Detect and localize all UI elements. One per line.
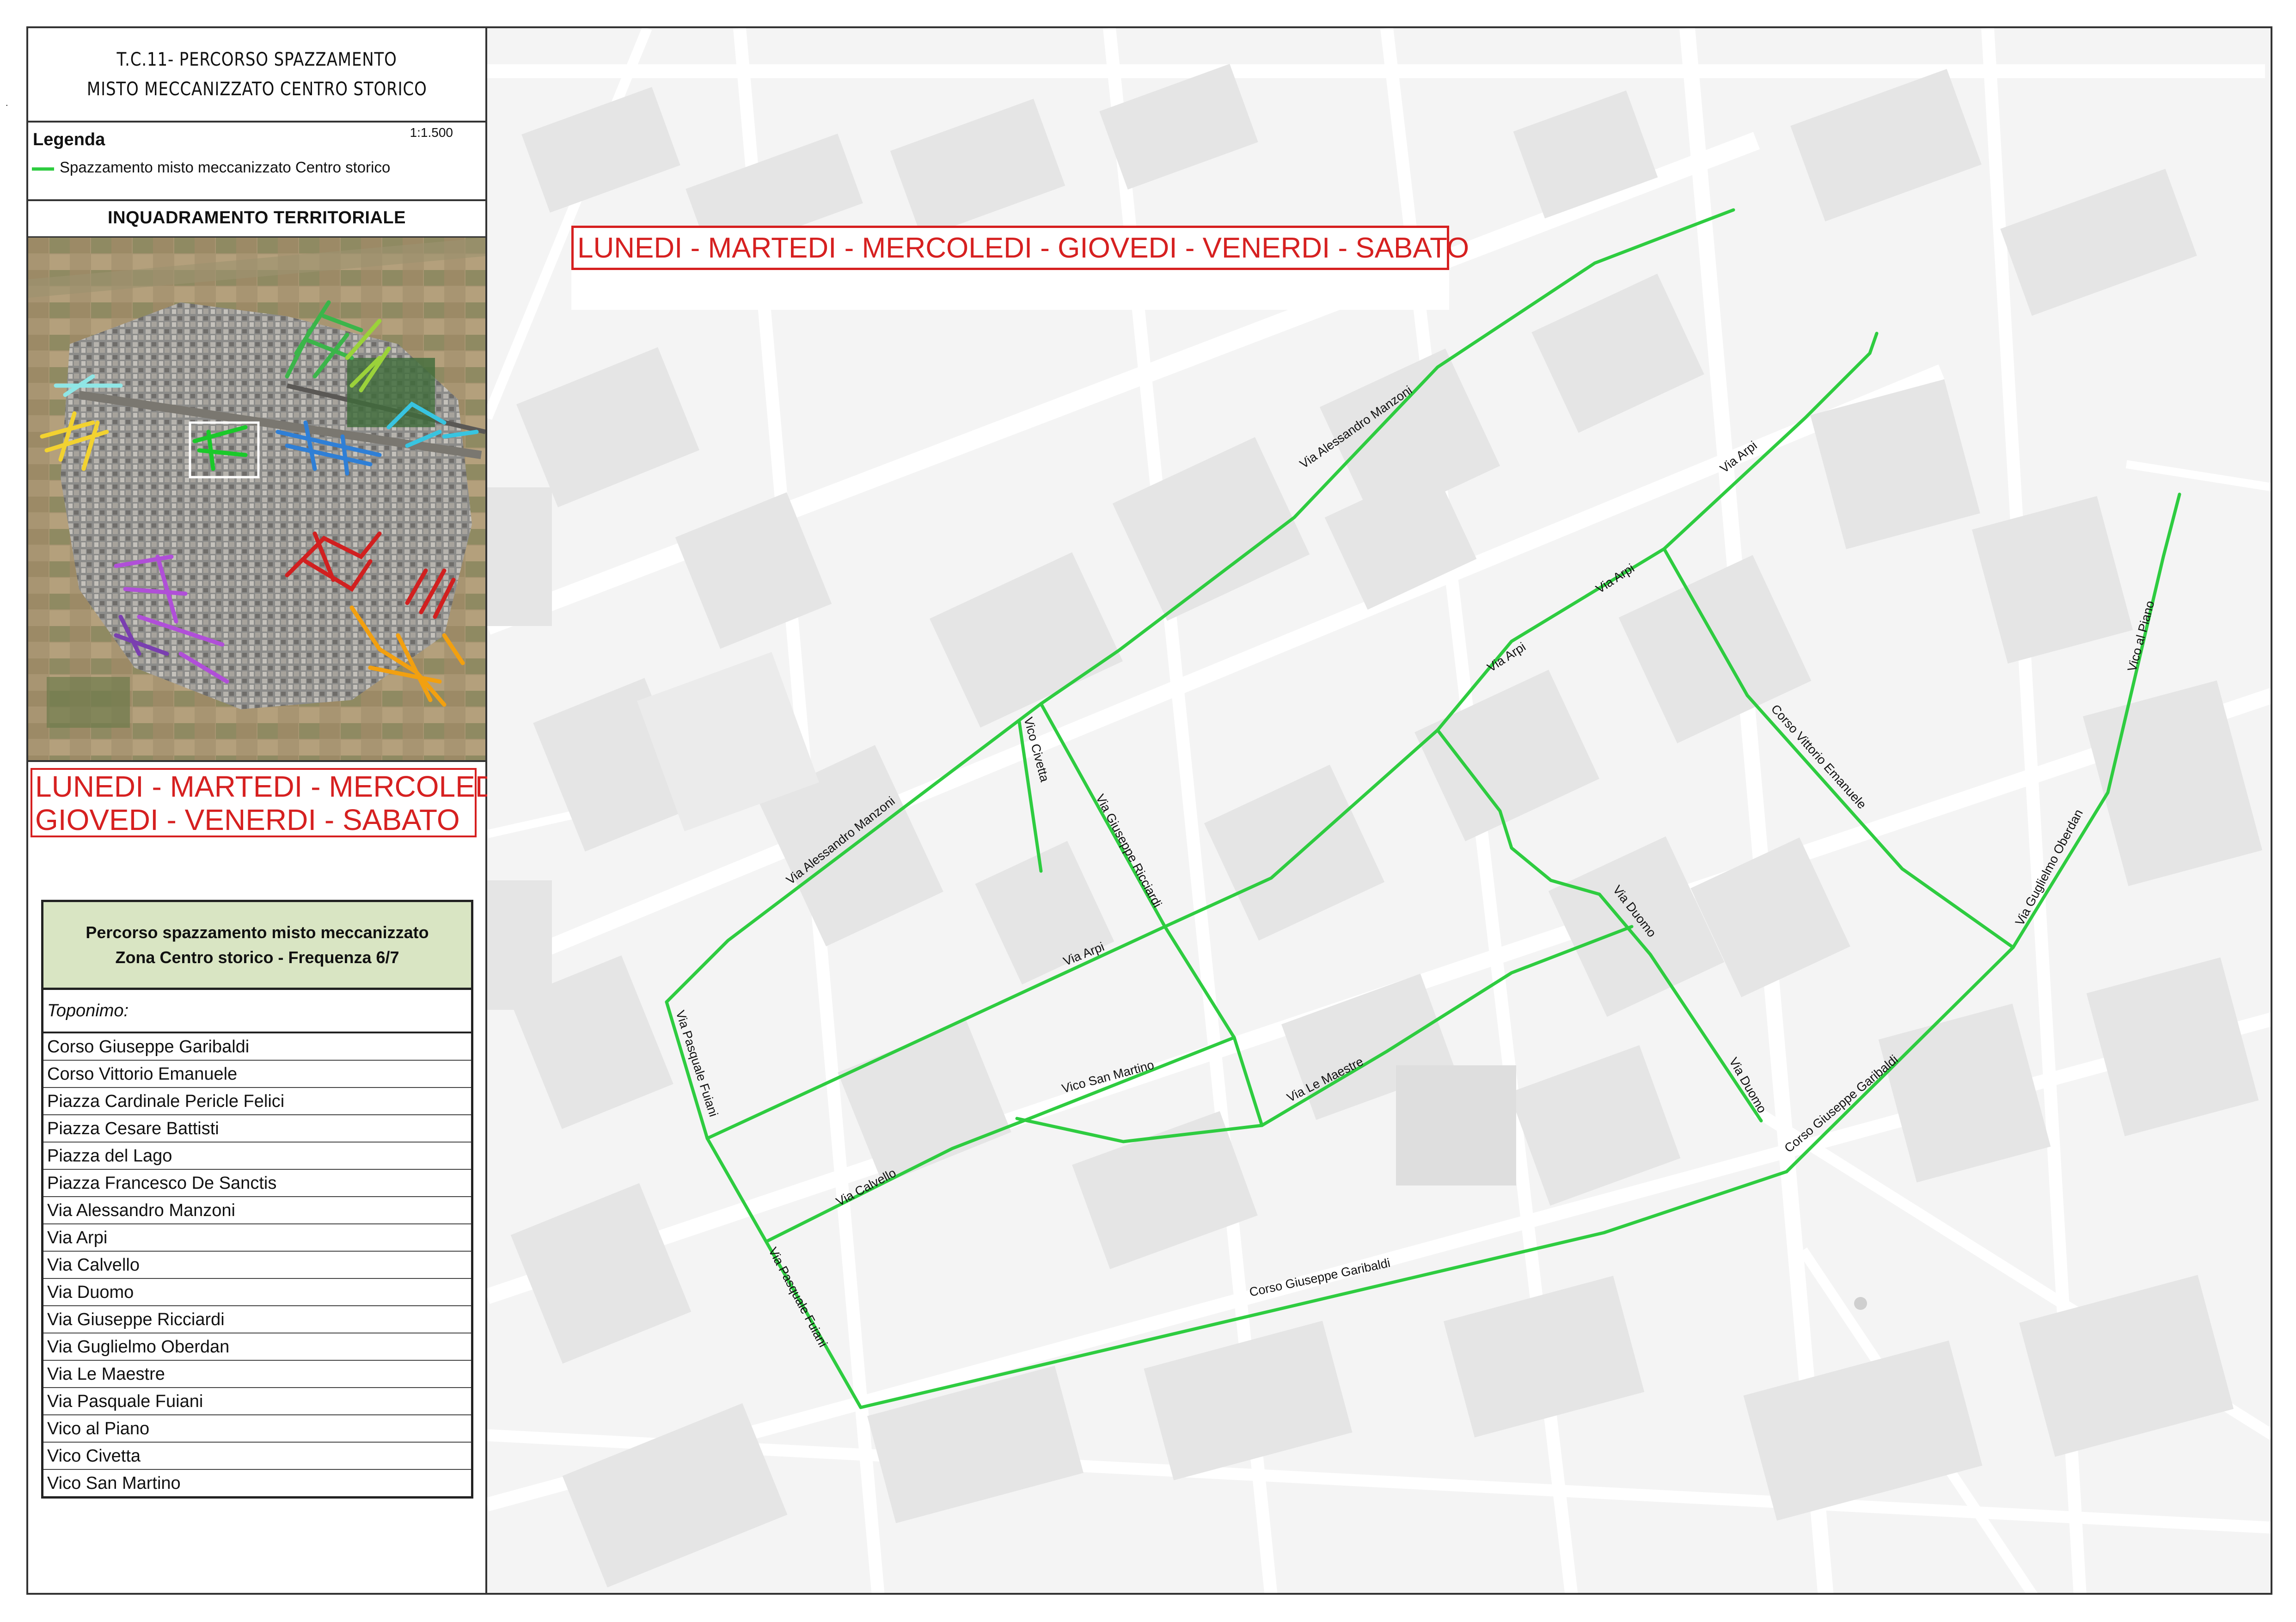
days-box-left-frame: LUNEDI - MARTEDI - MERCOLEDI GIOVEDI - V… (31, 768, 505, 837)
route-table-title-2: Zona Centro storico - Frequenza 6/7 (115, 947, 399, 967)
days-banner-text: LUNEDI - MARTEDI - MERCOLEDI - GIOVEDI -… (577, 232, 1469, 264)
route-table: Percorso spazzamento misto meccanizzato … (41, 900, 473, 1499)
street-name: Via Giuseppe Ricciardi (47, 1310, 225, 1329)
overview-heading-box: INQUADRAMENTO TERRITORIALE (28, 199, 485, 238)
table-row: Via Pasquale Fuiani (43, 1388, 471, 1415)
legend-item-label: Spazzamento misto meccanizzato Centro st… (60, 159, 391, 176)
street-name: Via Duomo (47, 1283, 134, 1302)
street-name: Piazza Cesare Battisti (47, 1119, 219, 1138)
title-line-1: T.C.11- PERCORSO SPAZZAMENTO (116, 49, 397, 70)
street-name: Vico al Piano (47, 1419, 150, 1438)
table-row: Piazza Cardinale Pericle Felici (43, 1088, 471, 1115)
overview-map-image (28, 238, 485, 760)
large-building (1396, 1065, 1516, 1186)
route-table-header: Percorso spazzamento misto meccanizzato … (43, 902, 471, 990)
street-name: Piazza del Lago (47, 1146, 172, 1166)
street-name: Vico San Martino (47, 1474, 181, 1493)
street-name: Corso Vittorio Emanuele (47, 1064, 238, 1084)
street-name: Piazza Cardinale Pericle Felici (47, 1092, 285, 1111)
table-row: Via Giuseppe Ricciardi (43, 1306, 471, 1333)
days-banner: LUNEDI - MARTEDI - MERCOLEDI - GIOVEDI -… (571, 226, 1469, 270)
table-row: Via Calvello (43, 1252, 471, 1279)
street-name: Via Calvello (47, 1255, 140, 1275)
legend-route-swatch (32, 167, 54, 171)
roundabout (1854, 1297, 1867, 1310)
map-scale: 1:1.500 (410, 125, 453, 140)
route-table-title-1: Percorso spazzamento misto meccanizzato (86, 922, 429, 942)
overview-heading: INQUADRAMENTO TERRITORIALE (108, 208, 406, 227)
street-name: Corso Giuseppe Garibaldi (47, 1037, 250, 1057)
street-name: Via Le Maestre (47, 1364, 165, 1384)
toponimo-label: Toponimo: (47, 1001, 129, 1020)
table-row: Vico al Piano (43, 1415, 471, 1443)
title-line-2: MISTO MECCANIZZATO CENTRO STORICO (86, 79, 427, 100)
table-row: Via Guglielmo Oberdan (43, 1333, 471, 1361)
label-arpi-3: Via Arpi (1485, 639, 1528, 675)
label-arpi-2: Via Arpi (1593, 561, 1637, 596)
legend-title: Legenda (33, 130, 105, 149)
table-row: Via Alessandro Manzoni (43, 1197, 471, 1224)
street-name: Vico Civetta (47, 1446, 141, 1466)
table-row: Via Duomo (43, 1279, 471, 1306)
table-row: Piazza del Lago (43, 1143, 471, 1170)
stray-dot: . (6, 98, 8, 108)
label-al-piano: Vico al Piano (2125, 599, 2157, 673)
label-garibaldi-1: Corso Giuseppe Garibaldi (1248, 1256, 1391, 1299)
toponimo-header: Toponimo: (43, 990, 471, 1033)
days-banner-backing (571, 270, 1449, 310)
street-name: Via Arpi (47, 1228, 108, 1247)
street-name: Via Pasquale Fuiani (47, 1392, 203, 1411)
label-ricciardi: Via Giuseppe Ricciardi (1093, 792, 1164, 910)
overview-map (28, 238, 485, 762)
days-line-1: LUNEDI - MARTEDI - MERCOLEDI (35, 770, 505, 803)
days-line-2: GIOVEDI - VENERDI - SABATO (35, 803, 460, 836)
title-box: T.C.11- PERCORSO SPAZZAMENTO MISTO MECCA… (28, 28, 485, 123)
label-duomo-2: Via Duomo (1727, 1055, 1769, 1115)
label-oberdan: Via Guglielmo Oberdan (2013, 807, 2086, 928)
table-row: Vico San Martino (43, 1470, 471, 1496)
table-row: Via Le Maestre (43, 1361, 471, 1388)
table-row: Corso Vittorio Emanuele (43, 1061, 471, 1088)
street-name: Via Guglielmo Oberdan (47, 1337, 230, 1357)
street-name: Piazza Francesco De Sanctis (47, 1173, 277, 1193)
table-row: Piazza Cesare Battisti (43, 1115, 471, 1143)
label-fuiani-2: Via Pasquale Fuiani (766, 1245, 830, 1350)
street-name: Via Alessandro Manzoni (47, 1201, 235, 1220)
info-panel: T.C.11- PERCORSO SPAZZAMENTO MISTO MECCA… (26, 26, 505, 1595)
label-vittorio: Corso Vittorio Emanuele (1769, 702, 1869, 811)
table-row: Via Arpi (43, 1224, 471, 1252)
table-row: Piazza Francesco De Sanctis (43, 1170, 471, 1197)
table-row: Vico Civetta (43, 1443, 471, 1470)
table-row: Corso Giuseppe Garibaldi (43, 1033, 471, 1061)
days-box-left: LUNEDI - MARTEDI - MERCOLEDI GIOVEDI - V… (28, 768, 505, 842)
legend-box: Legenda 1:1.500 Spazzamento misto meccan… (28, 121, 485, 201)
